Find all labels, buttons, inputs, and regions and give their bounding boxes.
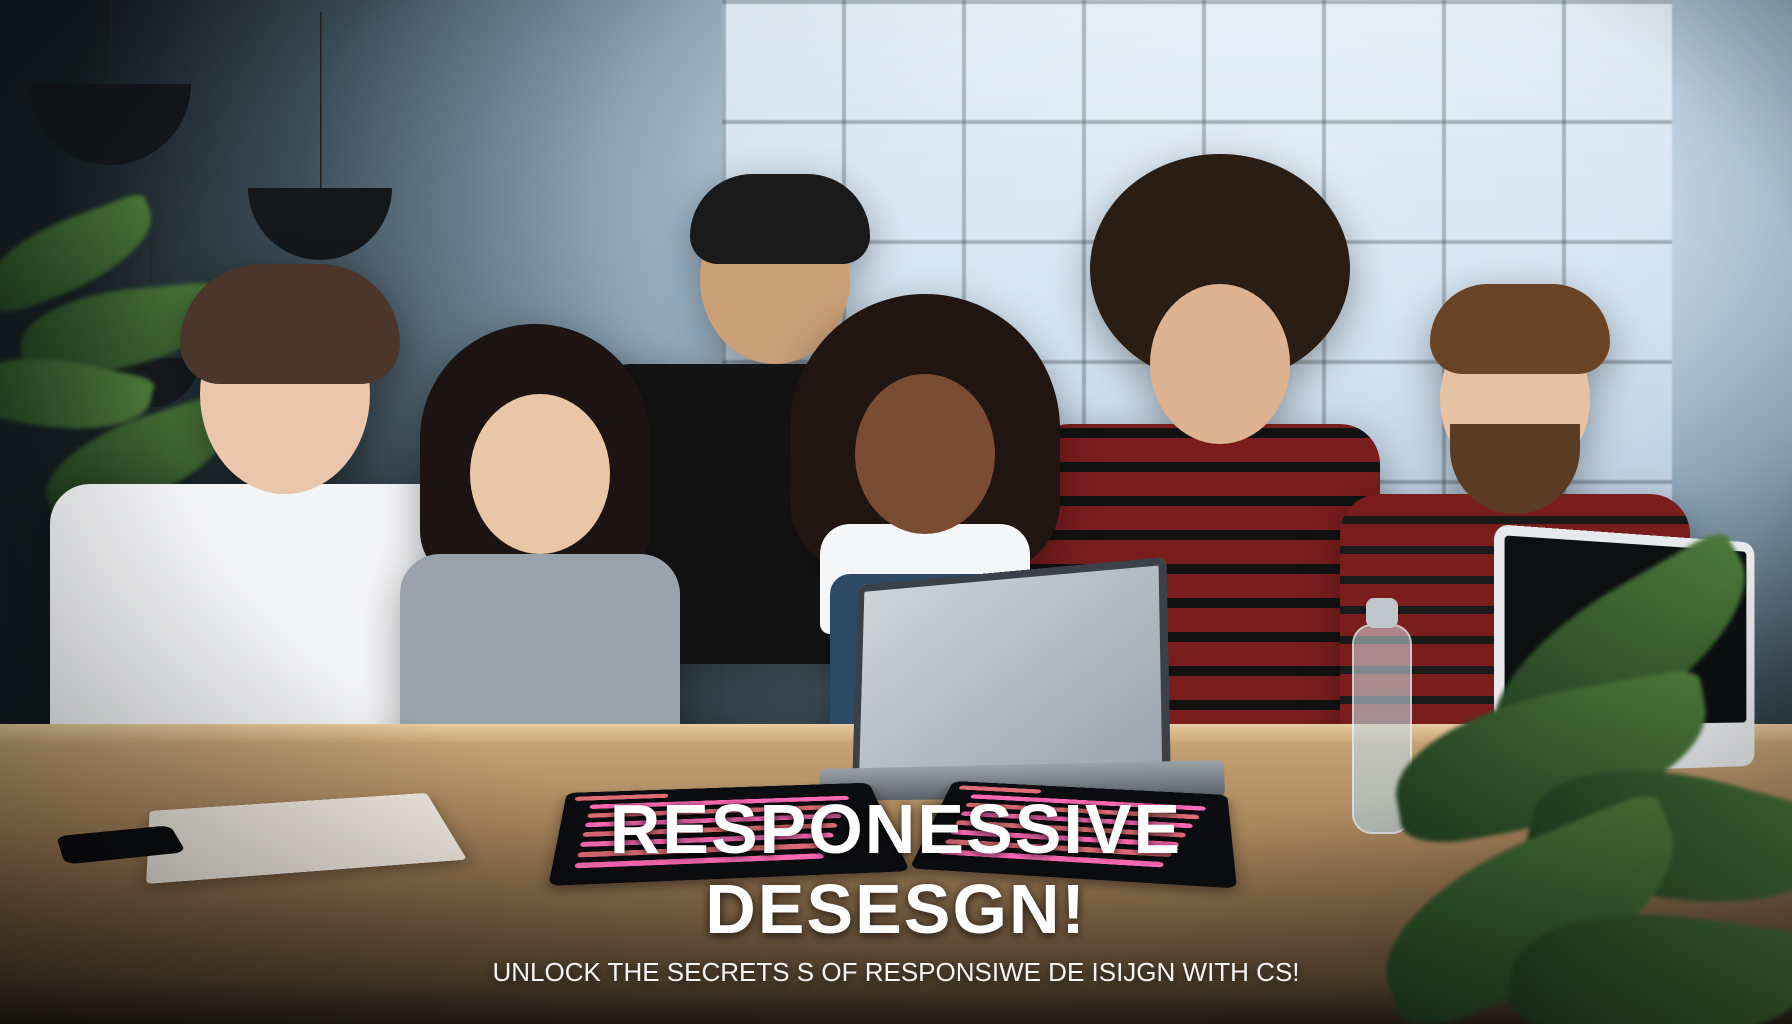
caption: RESPONESSIVE DESESGN! UNLOCK THE SECRETS… — [448, 789, 1344, 988]
person-glasses-grey-tee — [380, 324, 680, 754]
caption-subtitle: UNLOCK THE SECRETS S OF RESPONSIWE DE IS… — [448, 957, 1344, 988]
scene-photo: RESPONESSIVE DESESGN! UNLOCK THE SECRETS… — [0, 0, 1792, 1024]
plant-right — [1332, 534, 1792, 1024]
caption-title: RESPONESSIVE DESESGN! — [448, 789, 1344, 949]
pendant-lamp — [29, 66, 191, 174]
